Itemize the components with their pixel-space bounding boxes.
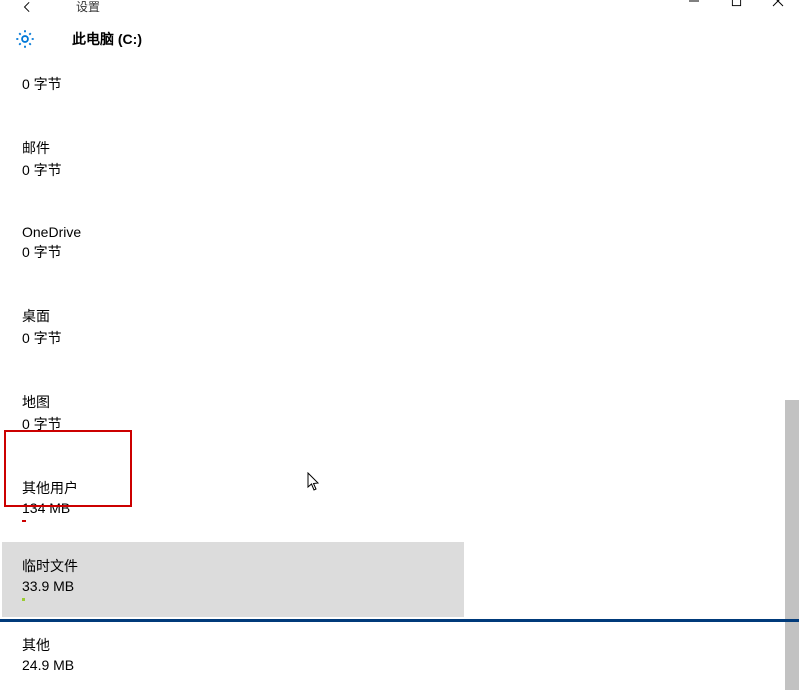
storage-label: 桌面 (22, 306, 540, 326)
storage-size: 134 MB (22, 500, 540, 516)
storage-row[interactable]: 其他 24.9 MB (22, 623, 540, 679)
maximize-button[interactable] (729, 0, 743, 8)
storage-size: 0 字节 (22, 328, 540, 348)
storage-list: 0 字节 邮件 0 字节 OneDrive 0 字节 桌面 0 字节 地图 0 … (0, 60, 540, 679)
gear-icon (14, 28, 36, 50)
usage-bar (22, 598, 25, 601)
storage-label: 临时文件 (22, 556, 464, 576)
storage-row[interactable]: 0 字节 (22, 74, 540, 100)
storage-size: 0 字节 (22, 242, 540, 262)
page-header: 此电脑 (C:) (0, 10, 799, 60)
storage-row-selected[interactable]: 临时文件 33.9 MB (2, 542, 464, 617)
titlebar: 设置 (0, 0, 799, 10)
usage-bar (22, 520, 26, 522)
scrollbar-track[interactable] (783, 60, 799, 620)
close-button[interactable] (771, 0, 785, 8)
window-title: 设置 (76, 0, 100, 15)
storage-size: 0 字节 (22, 414, 540, 434)
storage-row[interactable]: 其他用户 134 MB (22, 466, 540, 528)
storage-size: 0 字节 (22, 74, 540, 94)
storage-label: 邮件 (22, 138, 540, 158)
storage-label: 其他 (22, 635, 540, 655)
back-button[interactable] (20, 0, 36, 18)
scrollbar-thumb[interactable] (784, 400, 799, 690)
storage-size: 0 字节 (22, 160, 540, 180)
storage-row[interactable]: 桌面 0 字节 (22, 294, 540, 354)
storage-label: OneDrive (22, 224, 540, 240)
storage-row[interactable]: OneDrive 0 字节 (22, 212, 540, 268)
drive-title: 此电脑 (C:) (72, 29, 142, 49)
storage-label: 其他用户 (22, 478, 540, 498)
storage-row[interactable]: 邮件 0 字节 (22, 126, 540, 186)
storage-label: 地图 (22, 392, 540, 412)
minimize-button[interactable] (687, 0, 701, 8)
storage-size: 33.9 MB (22, 578, 464, 594)
storage-size: 24.9 MB (22, 657, 540, 673)
storage-row[interactable]: 地图 0 字节 (22, 380, 540, 440)
